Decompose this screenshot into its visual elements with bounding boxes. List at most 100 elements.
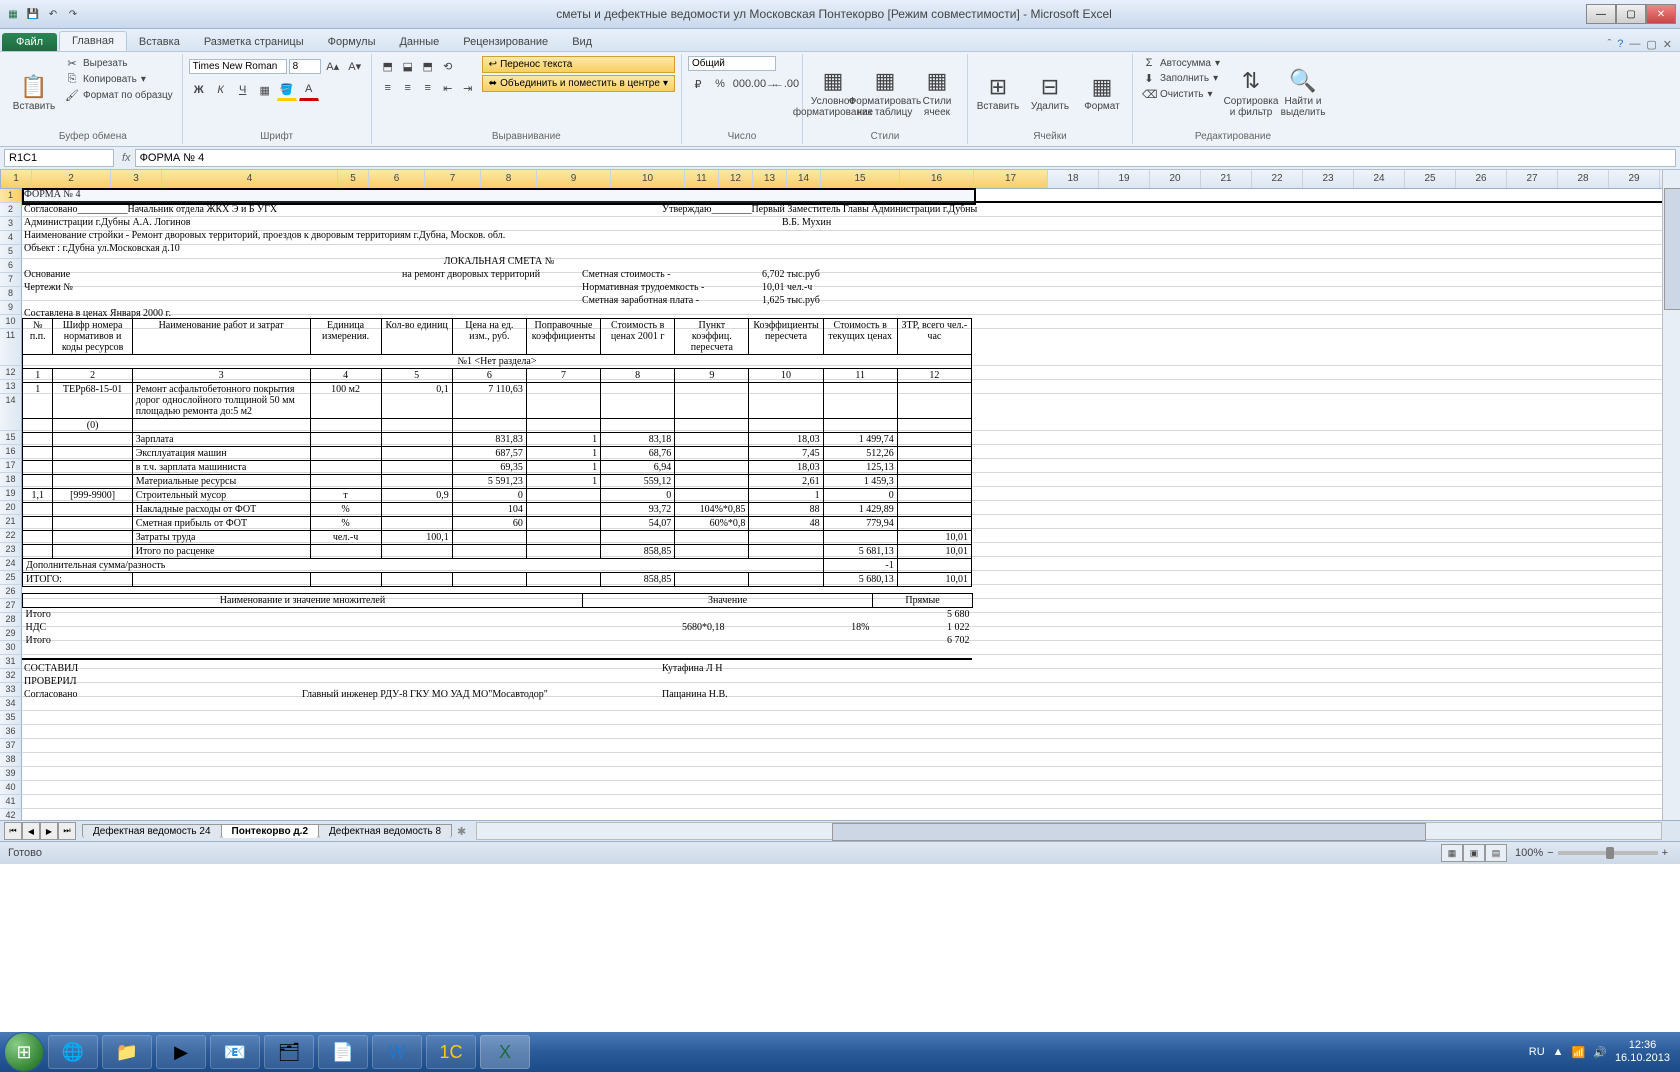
lang-indicator[interactable]: RU bbox=[1529, 1046, 1545, 1058]
row-header[interactable]: 1 bbox=[0, 189, 22, 203]
row-header[interactable]: 27 bbox=[0, 599, 22, 613]
tray-flag-icon[interactable]: ▲ bbox=[1553, 1046, 1564, 1058]
sort-filter-button[interactable]: ⇅Сортировка и фильтр bbox=[1227, 56, 1275, 131]
autosum-button[interactable]: ΣАвтосумма ▾ bbox=[1139, 56, 1223, 70]
sheet-tab[interactable]: Дефектная ведомость 24 bbox=[82, 824, 222, 838]
tab-view[interactable]: Вид bbox=[560, 33, 604, 51]
row-header[interactable]: 25 bbox=[0, 571, 22, 585]
column-header[interactable]: 21 bbox=[1201, 170, 1252, 188]
italic-icon[interactable]: К bbox=[211, 80, 231, 100]
tab-formulas[interactable]: Формулы bbox=[316, 33, 388, 51]
view-normal-icon[interactable]: ▦ bbox=[1441, 844, 1463, 862]
tray-volume-icon[interactable]: 🔊 bbox=[1593, 1046, 1607, 1059]
row-header[interactable]: 21 bbox=[0, 515, 22, 529]
dec-decimal-icon[interactable]: ←.00 bbox=[776, 74, 796, 94]
column-header[interactable]: 15 bbox=[821, 170, 900, 188]
align-middle-icon[interactable]: ⬓ bbox=[398, 56, 418, 76]
align-center-icon[interactable]: ≡ bbox=[398, 78, 418, 98]
row-header[interactable]: 8 bbox=[0, 287, 22, 301]
row-header[interactable]: 34 bbox=[0, 697, 22, 711]
fill-color-icon[interactable]: 🪣 bbox=[277, 79, 297, 101]
row-header[interactable]: 22 bbox=[0, 529, 22, 543]
column-header[interactable]: 6 bbox=[369, 170, 425, 188]
zoom-in-icon[interactable]: + bbox=[1662, 847, 1668, 859]
tab-nav-first[interactable]: ⏮ bbox=[4, 822, 22, 840]
column-header[interactable]: 16 bbox=[900, 170, 974, 188]
column-header[interactable]: 4 bbox=[162, 170, 338, 188]
row-header[interactable]: 29 bbox=[0, 627, 22, 641]
row-header[interactable]: 26 bbox=[0, 585, 22, 599]
vertical-scrollbar[interactable] bbox=[1662, 170, 1680, 820]
column-header[interactable]: 28 bbox=[1558, 170, 1609, 188]
close-button[interactable]: ✕ bbox=[1646, 4, 1676, 24]
column-header[interactable]: 19 bbox=[1099, 170, 1150, 188]
row-header[interactable]: 17 bbox=[0, 459, 22, 473]
row-header[interactable]: 41 bbox=[0, 795, 22, 809]
row-header[interactable]: 2 bbox=[0, 203, 22, 217]
column-header[interactable]: 9 bbox=[537, 170, 611, 188]
paste-button[interactable]: 📋Вставить bbox=[10, 56, 58, 131]
column-header[interactable]: 1 bbox=[1, 170, 32, 188]
row-header[interactable]: 7 bbox=[0, 273, 22, 287]
row-header[interactable]: 42 bbox=[0, 809, 22, 820]
tab-data[interactable]: Данные bbox=[387, 33, 451, 51]
help-icon[interactable]: ? bbox=[1617, 38, 1623, 51]
maximize-button[interactable]: ▢ bbox=[1616, 4, 1646, 24]
currency-icon[interactable]: ₽ bbox=[688, 74, 708, 94]
start-button[interactable]: ⊞ bbox=[4, 1032, 44, 1072]
row-header[interactable]: 37 bbox=[0, 739, 22, 753]
copy-button[interactable]: ⎘Копировать ▾ bbox=[62, 72, 176, 87]
worksheet-area[interactable]: 1234567891011121314151617181920212223242… bbox=[0, 170, 1680, 820]
window-restore-icon[interactable]: ▢ bbox=[1646, 38, 1656, 51]
grow-font-icon[interactable]: A▴ bbox=[323, 56, 343, 76]
column-header[interactable]: 22 bbox=[1252, 170, 1303, 188]
row-header[interactable]: 19 bbox=[0, 487, 22, 501]
row-header[interactable]: 36 bbox=[0, 725, 22, 739]
row-header[interactable]: 31 bbox=[0, 655, 22, 669]
row-header[interactable]: 28 bbox=[0, 613, 22, 627]
zoom-thumb[interactable] bbox=[1606, 847, 1614, 859]
tab-home[interactable]: Главная bbox=[59, 31, 127, 51]
format-cells-button[interactable]: ▦Формат bbox=[1078, 56, 1126, 131]
sheet-tab[interactable]: Дефектная ведомость 8 bbox=[318, 824, 452, 838]
taskbar-outlook-icon[interactable]: 📧 bbox=[210, 1035, 260, 1069]
row-header[interactable]: 11 bbox=[0, 329, 22, 366]
tab-review[interactable]: Рецензирование bbox=[451, 33, 560, 51]
column-header[interactable]: 25 bbox=[1405, 170, 1456, 188]
view-page-break-icon[interactable]: ▤ bbox=[1485, 844, 1507, 862]
minimize-button[interactable]: ― bbox=[1586, 4, 1616, 24]
formula-bar[interactable] bbox=[135, 149, 1676, 167]
column-header[interactable]: 11 bbox=[685, 170, 719, 188]
window-close-icon[interactable]: ✕ bbox=[1663, 38, 1672, 51]
column-header[interactable]: 24 bbox=[1354, 170, 1405, 188]
merge-center-button[interactable]: ⬌Объединить и поместить в центре ▾ bbox=[482, 75, 675, 92]
tab-layout[interactable]: Разметка страницы bbox=[192, 33, 316, 51]
row-header[interactable]: 18 bbox=[0, 473, 22, 487]
indent-inc-icon[interactable]: ⇥ bbox=[458, 78, 478, 98]
row-header[interactable]: 24 bbox=[0, 557, 22, 571]
row-header[interactable]: 30 bbox=[0, 641, 22, 655]
fx-icon[interactable]: fx bbox=[122, 152, 131, 164]
format-painter-button[interactable]: 🖌Формат по образцу bbox=[62, 88, 176, 103]
save-icon[interactable]: 💾 bbox=[24, 5, 42, 23]
taskbar-ie-icon[interactable]: 🌐 bbox=[48, 1035, 98, 1069]
column-header[interactable]: 18 bbox=[1048, 170, 1099, 188]
column-header[interactable]: 29 bbox=[1609, 170, 1660, 188]
tab-insert[interactable]: Вставка bbox=[127, 33, 192, 51]
align-left-icon[interactable]: ≡ bbox=[378, 78, 398, 98]
tab-nav-last[interactable]: ⏭ bbox=[58, 822, 76, 840]
tray-network-icon[interactable]: 📶 bbox=[1572, 1046, 1586, 1059]
minimize-ribbon-icon[interactable]: ˆ bbox=[1608, 38, 1612, 51]
clock[interactable]: 12:3616.10.2013 bbox=[1615, 1039, 1670, 1065]
font-color-icon[interactable]: A bbox=[299, 79, 319, 101]
taskbar-word-icon[interactable]: W bbox=[372, 1035, 422, 1069]
column-header[interactable]: 23 bbox=[1303, 170, 1354, 188]
number-format-select[interactable]: Общий bbox=[688, 56, 776, 71]
font-name-select[interactable]: Times New Roman bbox=[189, 59, 287, 74]
column-header[interactable]: 13 bbox=[753, 170, 787, 188]
row-header[interactable]: 9 bbox=[0, 301, 22, 315]
column-header[interactable]: 5 bbox=[338, 170, 369, 188]
row-header[interactable]: 6 bbox=[0, 259, 22, 273]
row-header[interactable]: 23 bbox=[0, 543, 22, 557]
column-header[interactable]: 2 bbox=[32, 170, 111, 188]
